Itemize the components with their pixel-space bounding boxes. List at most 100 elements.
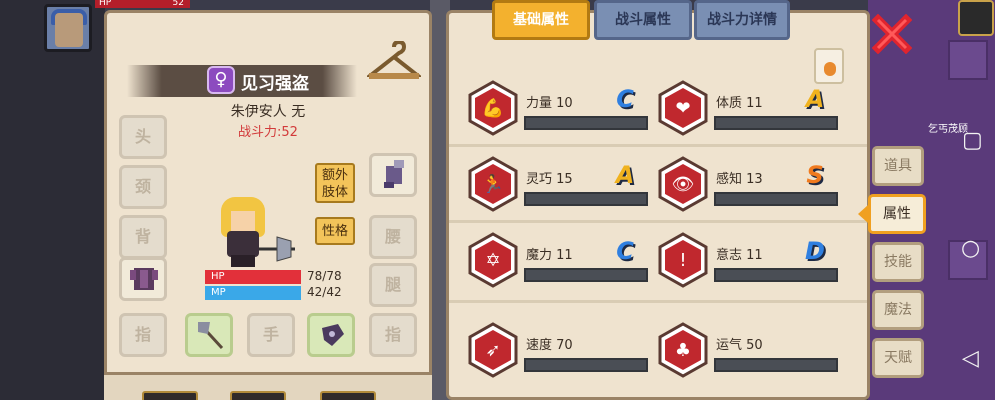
hp-bar: HP	[205, 270, 301, 284]
world-background-left	[0, 0, 105, 400]
female-icon: ♀	[207, 66, 235, 94]
svg-text:♣: ♣	[675, 340, 691, 361]
inventory-button[interactable]	[320, 391, 376, 400]
slot-waist[interactable]: 腰	[369, 215, 417, 259]
offhand-icon	[322, 324, 344, 346]
attribute-grade: S	[806, 161, 824, 189]
attribute-bar	[714, 268, 838, 282]
side-tab-items[interactable]: 道具	[872, 146, 924, 186]
player-avatar[interactable]	[44, 4, 92, 52]
class-banner: ♀ 见习强盗	[127, 65, 357, 97]
slot-finger-right[interactable]: 指	[369, 313, 417, 357]
will-icon: !	[658, 232, 708, 288]
potion-icon[interactable]	[814, 48, 844, 84]
attribute-grade: D	[805, 237, 825, 265]
divider	[449, 300, 867, 303]
gauntlet-icon	[384, 160, 404, 188]
attribute-grade: A	[615, 161, 635, 189]
slot-finger-left[interactable]: 指	[119, 313, 167, 357]
attribute-label: 运气 50	[716, 338, 763, 353]
recent-apps-icon[interactable]: ▢	[962, 128, 983, 153]
slot-glove[interactable]	[369, 153, 417, 197]
home-icon[interactable]: ○	[961, 236, 980, 261]
dexterity-icon: 🏃	[468, 156, 518, 212]
attribute-2[interactable]: 🏃 灵巧 15 A	[468, 156, 648, 218]
attribute-label: 意志 11	[716, 248, 763, 263]
attribute-0[interactable]: 💪 力量 10 C	[468, 80, 648, 142]
constitution-icon: ❤	[658, 80, 708, 136]
attribute-4[interactable]: ✡ 魔力 11 C	[468, 232, 648, 294]
svg-text:!: !	[679, 250, 686, 271]
side-tab-talent[interactable]: 天赋	[872, 338, 924, 378]
svg-text:➶: ➶	[485, 340, 500, 361]
attribute-bar	[714, 192, 838, 206]
slot-chest-armor[interactable]	[119, 257, 167, 301]
svg-text:👁: 👁	[672, 174, 695, 195]
personality-button[interactable]: 性格	[315, 217, 355, 245]
slot-head[interactable]: 头	[119, 115, 167, 159]
back-icon[interactable]: ◁	[962, 346, 979, 371]
svg-text:❤: ❤	[675, 98, 690, 119]
hud-hp-value: 52	[172, 0, 184, 8]
tab-combat-attributes[interactable]: 战斗属性	[594, 0, 692, 40]
hanger-icon[interactable]	[367, 41, 421, 85]
attribute-bar	[714, 116, 838, 130]
active-tab-arrow	[858, 205, 868, 223]
inventory-button[interactable]	[142, 391, 198, 400]
strength-icon: 💪	[468, 80, 518, 136]
attribute-bar	[524, 192, 648, 206]
attribute-label: 力量 10	[526, 96, 573, 111]
floor-tile	[948, 40, 988, 80]
tab-combat-detail[interactable]: 战斗力详情	[694, 0, 790, 40]
attribute-bar	[714, 358, 838, 372]
mp-bar: MP	[205, 286, 301, 300]
attribute-label: 魔力 11	[526, 248, 573, 263]
attribute-5[interactable]: ! 意志 11 D	[658, 232, 838, 294]
slot-back[interactable]: 背	[119, 215, 167, 259]
attribute-bar	[524, 116, 648, 130]
mp-label: MP	[211, 287, 226, 298]
inventory-button[interactable]	[230, 391, 286, 400]
attribute-label: 体质 11	[716, 96, 763, 111]
svg-text:✡: ✡	[485, 250, 500, 271]
magic-icon: ✡	[468, 232, 518, 288]
attribute-label: 感知 13	[716, 172, 763, 187]
svg-text:🏃: 🏃	[482, 173, 504, 195]
tab-basic-attributes[interactable]: 基础属性	[492, 0, 590, 40]
divider	[449, 144, 867, 147]
svg-text:💪: 💪	[482, 97, 504, 119]
slot-neck[interactable]: 颈	[119, 165, 167, 209]
axe-icon	[198, 322, 224, 350]
held-axe-icon	[259, 236, 295, 262]
attribute-6[interactable]: ➶ 速度 70	[468, 322, 648, 384]
attribute-bar	[524, 268, 648, 282]
hud-hp-bar: HP 52	[95, 0, 190, 8]
attribute-3[interactable]: 👁 感知 13 S	[658, 156, 838, 218]
attribute-bar	[524, 358, 648, 372]
extra-limb-button[interactable]: 额外 肢体	[315, 163, 355, 203]
inventory-strip	[104, 372, 432, 400]
mp-value: 42/42	[307, 285, 342, 299]
attribute-label: 速度 70	[526, 338, 573, 353]
attribute-grade: C	[616, 237, 634, 265]
top-menu-button[interactable]	[958, 0, 994, 36]
side-tab-attributes[interactable]: 属性	[868, 194, 926, 234]
attribute-1[interactable]: ❤ 体质 11 A	[658, 80, 838, 142]
attribute-grade: C	[616, 85, 634, 113]
slot-hand[interactable]: 手	[247, 313, 295, 357]
slot-offhand[interactable]	[307, 313, 355, 357]
luck-icon: ♣	[658, 322, 708, 378]
hud-hp-label: HP	[99, 0, 112, 8]
slot-legs[interactable]: 腿	[369, 263, 417, 307]
close-icon[interactable]	[872, 14, 912, 54]
attribute-label: 灵巧 15	[526, 172, 573, 187]
speed-icon: ➶	[468, 322, 518, 378]
side-tab-magic[interactable]: 魔法	[872, 290, 924, 330]
armor-icon	[130, 268, 158, 290]
character-panel: ♀ 见习强盗 朱伊安人 无 战斗力:52 头 颈 背 指 腰 腿 指 手 额外 …	[104, 10, 432, 390]
side-tab-skills[interactable]: 技能	[872, 242, 924, 282]
attribute-grade: A	[805, 85, 825, 113]
hp-value: 78/78	[307, 269, 342, 283]
attribute-7[interactable]: ♣ 运气 50	[658, 322, 838, 384]
slot-weapon[interactable]	[185, 313, 233, 357]
